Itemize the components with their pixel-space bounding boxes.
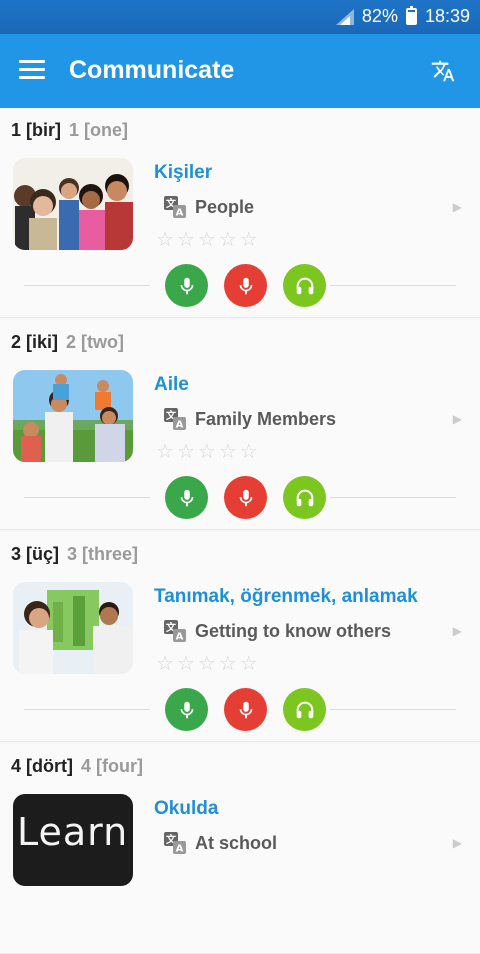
chevron-right-icon[interactable]: ▶ [453, 624, 462, 638]
svg-text:A: A [176, 844, 184, 855]
section-header: 1 [bir] 1 [one] [11, 120, 129, 140]
status-bar: 82% 18:39 [0, 0, 480, 34]
list-item[interactable]: 3 [üç] 3 [three] Tanımak, öğrenmek, anlam… [0, 532, 480, 742]
lesson-title[interactable]: Tanımak, öğrenmek, anlamak [154, 586, 418, 608]
family-photo-thumbnail [13, 370, 133, 462]
divider [330, 497, 456, 498]
chalkboard-text: Learn [17, 810, 129, 854]
star-icon: ☆ [218, 653, 237, 675]
svg-text:A: A [176, 632, 184, 643]
clock: 18:39 [424, 6, 470, 26]
battery-percent: 82% [361, 6, 398, 26]
star-icon: ☆ [197, 441, 216, 463]
translate-small-icon: 文A [164, 408, 186, 430]
action-buttons [165, 476, 326, 519]
microphone-icon [180, 701, 193, 718]
translate-small-icon: 文A [164, 196, 186, 218]
headphones-icon [296, 701, 313, 718]
star-icon: ☆ [156, 229, 174, 251]
star-icon: ☆ [239, 229, 258, 251]
svg-text:A: A [176, 420, 184, 431]
listen-button[interactable] [283, 476, 326, 519]
chevron-right-icon[interactable]: ▶ [453, 836, 462, 850]
star-icon: ☆ [156, 441, 174, 463]
record-mic-red-button[interactable] [224, 476, 267, 519]
star-icon: ☆ [197, 653, 216, 675]
menu-icon[interactable] [19, 60, 45, 80]
translation-text: People [195, 196, 255, 217]
record-mic-red-button[interactable] [224, 688, 267, 731]
record-mic-green-button[interactable] [165, 476, 208, 519]
translation-row: 文A People [164, 196, 254, 218]
microphone-icon [239, 489, 252, 506]
divider [24, 497, 150, 498]
divider [24, 285, 150, 286]
signal-icon [335, 8, 354, 25]
translation-row: 文A Family Members [164, 408, 336, 430]
star-rating: ☆ ☆ ☆ ☆ ☆ [156, 230, 258, 250]
translate-small-icon: 文A [164, 832, 186, 854]
microphone-icon [180, 277, 193, 294]
list-item[interactable]: 1 [bir] 1 [one] Kişiler 文A People ▶ ☆ ☆ ☆ ☆ ☆ [0, 108, 480, 318]
lesson-title[interactable]: Kişiler [154, 162, 212, 184]
listen-button[interactable] [283, 688, 326, 731]
star-icon: ☆ [239, 441, 258, 463]
record-mic-green-button[interactable] [165, 688, 208, 731]
star-icon: ☆ [197, 229, 216, 251]
translation-text: Getting to know others [195, 620, 391, 641]
star-icon: ☆ [239, 653, 258, 675]
list-item[interactable]: 2 [iki] 2 [two] Aile 文A Family Members ▶ … [0, 320, 480, 530]
divider [24, 709, 150, 710]
action-buttons [165, 264, 326, 307]
star-icon: ☆ [176, 653, 195, 675]
star-rating: ☆ ☆ ☆ ☆ ☆ [156, 442, 258, 462]
headphones-icon [296, 489, 313, 506]
microphone-icon [239, 277, 252, 294]
translation-text: Family Members [195, 408, 337, 429]
star-icon: ☆ [156, 653, 174, 675]
chevron-right-icon[interactable]: ▶ [453, 412, 462, 426]
star-icon: ☆ [218, 229, 237, 251]
lesson-title[interactable]: Okulda [154, 798, 218, 820]
listen-button[interactable] [283, 264, 326, 307]
app-bar: Communicate [0, 34, 480, 108]
section-header: 3 [üç] 3 [three] [11, 544, 139, 564]
record-mic-red-button[interactable] [224, 264, 267, 307]
page-title: Communicate [69, 56, 235, 84]
translate-small-icon: 文A [164, 620, 186, 642]
chevron-right-icon[interactable]: ▶ [453, 200, 462, 214]
chalkboard-thumbnail: Learn [13, 794, 133, 886]
translate-icon[interactable] [430, 58, 456, 84]
couple-photo-thumbnail [13, 582, 133, 674]
translation-row: 文A Getting to know others [164, 620, 391, 642]
list-item[interactable]: 4 [dört] 4 [four] Learn Okulda 文A At scho… [0, 744, 480, 954]
translation-row: 文A At school [164, 832, 277, 854]
battery-icon [405, 6, 417, 25]
star-rating: ☆ ☆ ☆ ☆ ☆ [156, 654, 258, 674]
microphone-icon [180, 489, 193, 506]
lesson-title[interactable]: Aile [154, 374, 189, 396]
headphones-icon [296, 277, 313, 294]
action-buttons [165, 688, 326, 731]
divider [330, 709, 456, 710]
section-header: 4 [dört] 4 [four] [11, 756, 143, 776]
divider [330, 285, 456, 286]
section-header: 2 [iki] 2 [two] [11, 332, 125, 352]
record-mic-green-button[interactable] [165, 264, 208, 307]
star-icon: ☆ [218, 441, 237, 463]
translation-text: At school [195, 832, 278, 853]
group-photo-thumbnail [13, 158, 133, 250]
microphone-icon [239, 701, 252, 718]
star-icon: ☆ [176, 441, 195, 463]
svg-text:A: A [176, 208, 184, 219]
star-icon: ☆ [176, 229, 195, 251]
